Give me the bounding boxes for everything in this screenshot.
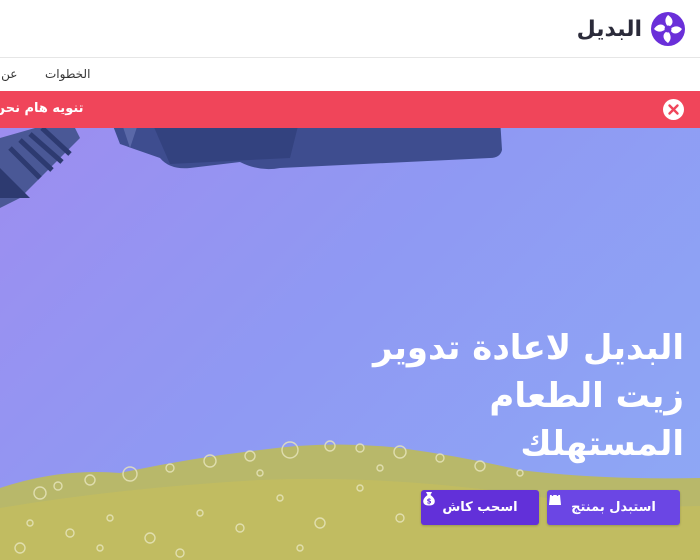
close-alert-button[interactable] xyxy=(663,99,684,120)
notice-alert-bar: تنويه هام نحن xyxy=(0,91,700,128)
site-header: البديل xyxy=(0,0,700,58)
nav-item-steps[interactable]: الخطوات xyxy=(45,67,90,81)
money-bag-icon: $ xyxy=(423,492,435,506)
close-circle-icon xyxy=(668,104,679,115)
hero-title-line: البديل لاعادة تدوير xyxy=(372,328,684,368)
hero-title-line: زيت الطعام xyxy=(489,376,684,416)
site-logo[interactable]: البديل xyxy=(577,10,686,48)
withdraw-cash-label: اسحب كاش xyxy=(442,500,518,515)
svg-text:$: $ xyxy=(427,498,432,506)
hero-title: البديل لاعادة تدوير زيت الطعام المستهلك xyxy=(354,324,684,468)
withdraw-cash-button[interactable]: $ اسحب كاش xyxy=(421,490,539,525)
swap-product-label: استبدل بمنتج xyxy=(571,500,656,515)
alert-text: تنويه هام نحن xyxy=(0,101,84,116)
shopping-bag-icon xyxy=(549,490,561,505)
main-nav: الخطوات عن ا xyxy=(0,58,700,91)
nav-item-about[interactable]: عن ا xyxy=(0,67,17,81)
hero-section: البديل لاعادة تدوير زيت الطعام المستهلك … xyxy=(0,128,700,560)
logo-text: البديل xyxy=(576,16,642,42)
hero-title-line: المستهلك xyxy=(520,424,684,464)
swap-product-button[interactable]: استبدل بمنتج xyxy=(547,490,680,525)
oil-nozzle-graphic xyxy=(0,128,502,208)
swirl-logo-icon xyxy=(651,12,685,46)
